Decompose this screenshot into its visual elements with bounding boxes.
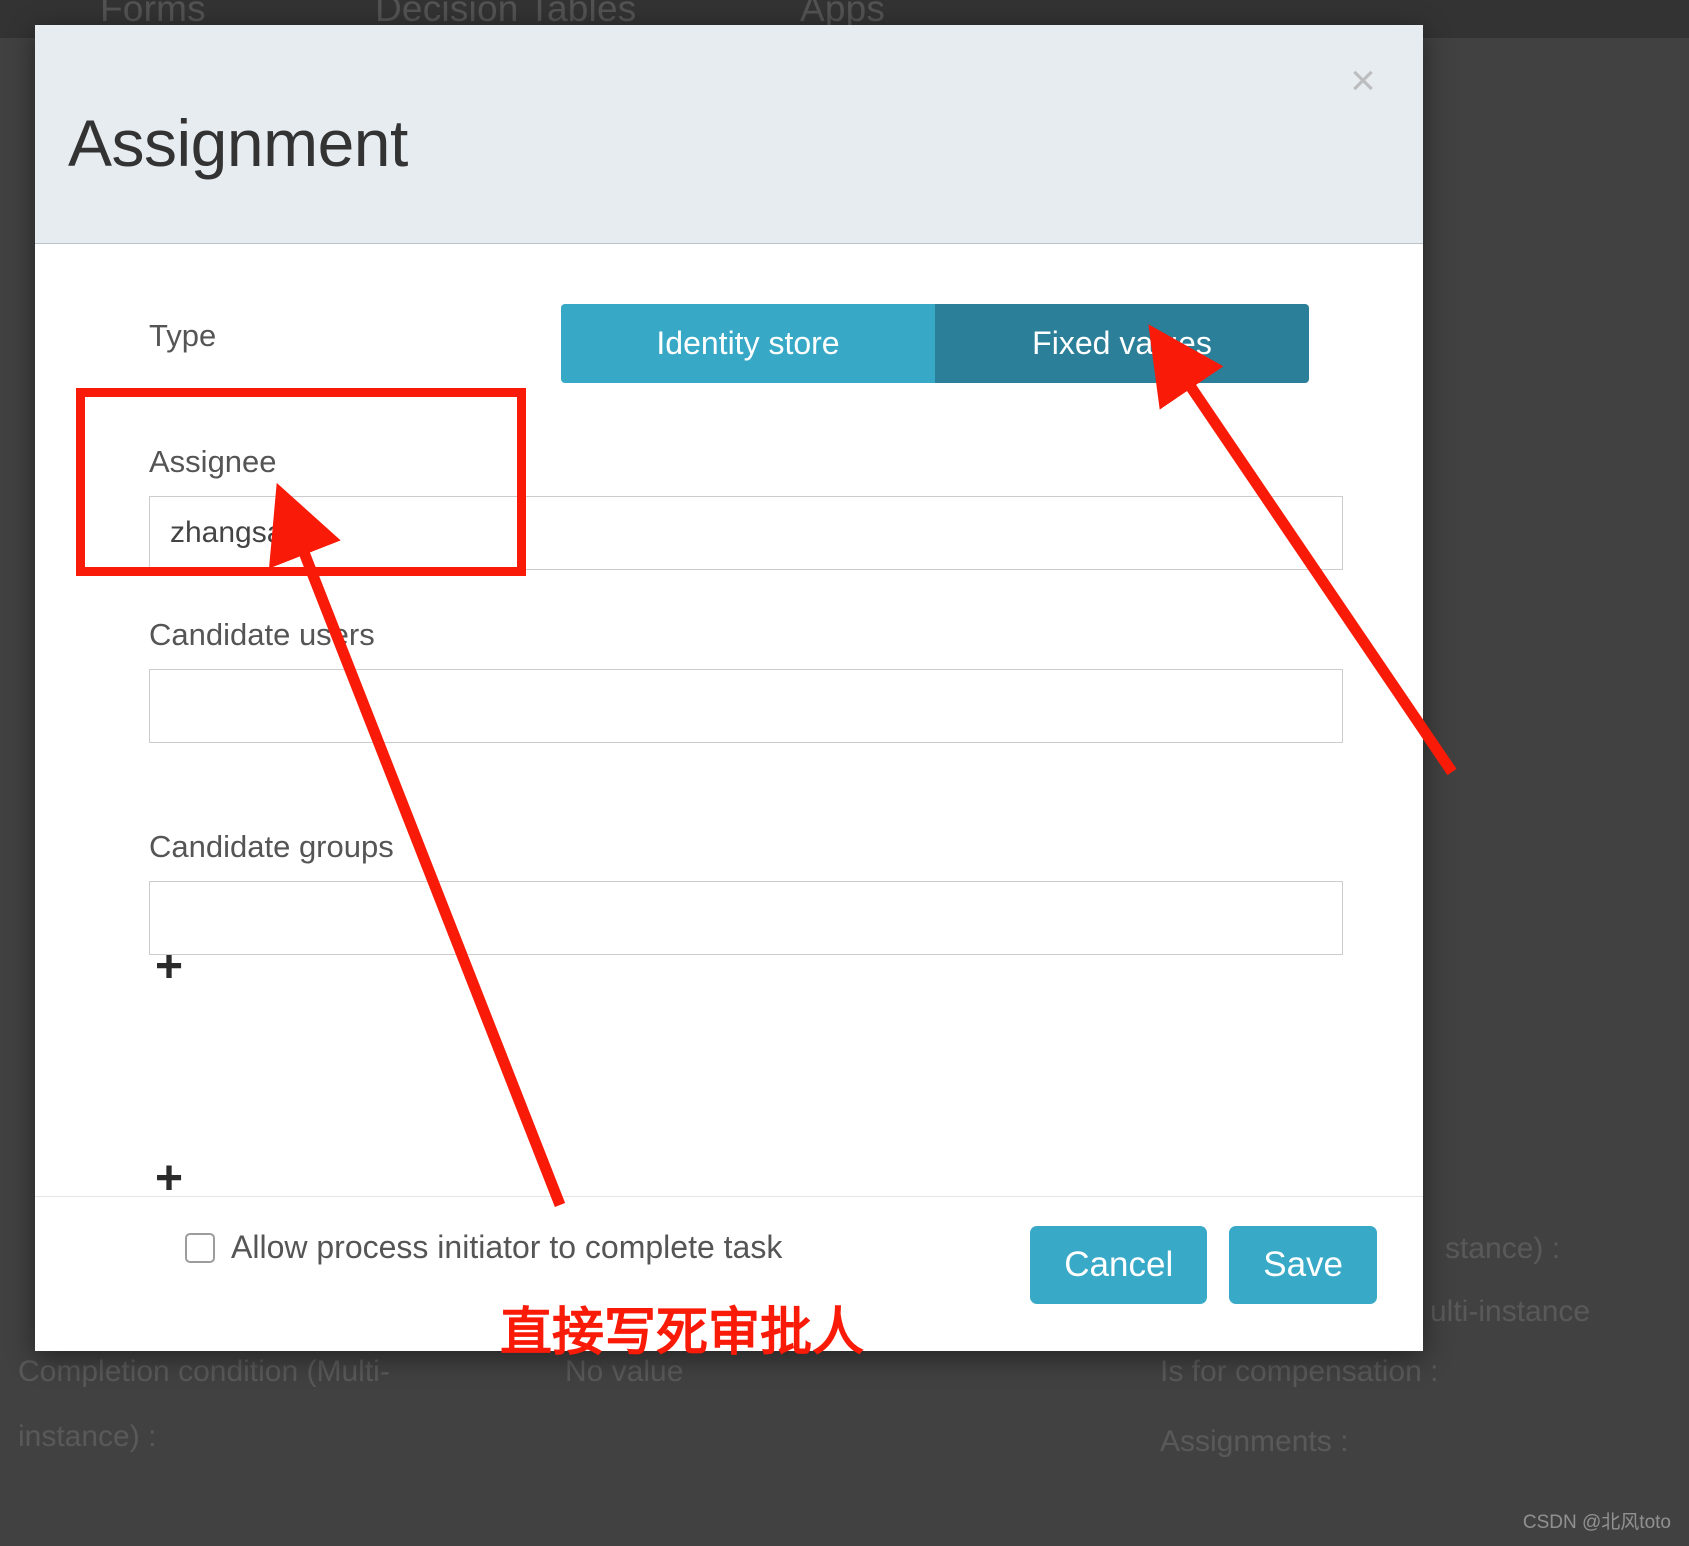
candidate-groups-input[interactable] (149, 881, 1343, 955)
footer-buttons: Cancel Save (1030, 1226, 1377, 1304)
type-label: Type (149, 318, 217, 353)
background-text: Completion condition (Multi- (18, 1355, 390, 1388)
background-text: stance) : (1445, 1232, 1561, 1265)
assignee-input[interactable] (149, 496, 1343, 570)
add-candidate-group-icon[interactable]: + (149, 1155, 189, 1203)
field-candidate-users: Candidate users (149, 617, 1343, 743)
page-title: Assignment (68, 106, 408, 180)
save-button[interactable]: Save (1229, 1226, 1377, 1304)
assignment-modal: Assignment × Type Identity store Fixed v… (35, 25, 1423, 1351)
field-assignee: Assignee (149, 444, 1343, 570)
cancel-button[interactable]: Cancel (1030, 1226, 1208, 1304)
modal-header: Assignment × (35, 25, 1423, 244)
background-text: Is for compensation : (1160, 1355, 1439, 1388)
background-text: instance) : (18, 1420, 157, 1453)
candidate-users-input[interactable] (149, 669, 1343, 743)
candidate-groups-label: Candidate groups (149, 829, 394, 864)
candidate-users-label: Candidate users (149, 617, 375, 652)
background-text: No value (565, 1355, 684, 1388)
type-button-group: Identity store Fixed values (561, 304, 1309, 383)
tab-fixed-values[interactable]: Fixed values (935, 304, 1309, 383)
background-text: ulti-instance (1430, 1295, 1591, 1328)
field-candidate-groups: Candidate groups (149, 829, 1343, 955)
modal-footer: Cancel Save (35, 1196, 1423, 1351)
screen: Forms Decision Tables Apps Completion co… (0, 0, 1689, 1546)
tab-identity-store[interactable]: Identity store (561, 304, 935, 383)
close-icon[interactable]: × (1340, 58, 1386, 104)
csdn-watermark: CSDN @北风toto (1522, 1512, 1671, 1533)
assignee-label: Assignee (149, 444, 277, 479)
modal-body: Type Identity store Fixed values Assigne… (35, 244, 1423, 1265)
type-row: Type Identity store Fixed values (35, 304, 1423, 384)
background-text: Assignments : (1160, 1425, 1349, 1458)
